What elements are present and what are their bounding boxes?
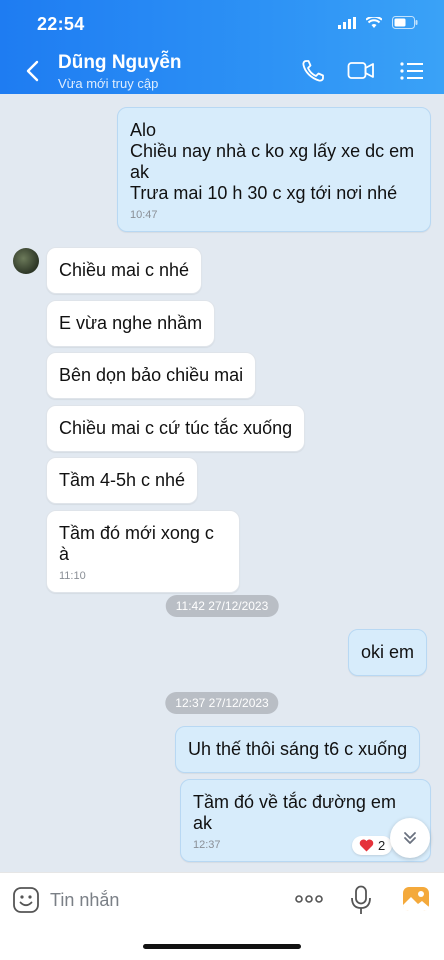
status-icons [338, 16, 418, 29]
date-separator: 12:37 27/12/2023 [165, 692, 279, 714]
message-text: Bên dọn bảo chiều mai [59, 365, 244, 385]
message-incoming[interactable]: Tầm 4-5h c nhé [46, 457, 199, 504]
more-icon[interactable] [294, 887, 324, 911]
reaction-badge[interactable]: 2 [352, 836, 393, 855]
heart-icon [359, 839, 374, 852]
message-incoming[interactable]: Bên dọn bảo chiều mai [46, 352, 257, 399]
microphone-icon[interactable] [350, 885, 372, 915]
avatar[interactable] [13, 248, 39, 274]
contact-status: Vừa mới truy cập [58, 76, 159, 91]
message-line: Trưa mai 10 h 30 c xg tới nơi nhé [130, 183, 398, 203]
message-input[interactable] [50, 883, 270, 917]
message-time: 10:47 [130, 209, 158, 221]
message-outgoing[interactable]: Alo Chiều nay nhà c ko xg lấy xe dc em a… [117, 107, 431, 232]
message-text: oki em [361, 642, 415, 662]
contact-name[interactable]: Dũng Nguyễn [58, 52, 182, 74]
message-text: Chiều mai c nhé [59, 260, 190, 280]
message-text: E vừa nghe nhầm [59, 313, 203, 333]
message-text: Tầm 4-5h c nhé [59, 470, 186, 490]
message-incoming[interactable]: Chiều mai c cứ túc tắc xuống [46, 405, 306, 452]
message-outgoing[interactable]: oki em [348, 629, 428, 676]
chat-header: 22:54 Dũng Nguyễn Vừa mới truy cập [0, 0, 444, 94]
back-icon[interactable] [20, 56, 46, 86]
message-line: Alo [130, 120, 157, 140]
message-text: Uh thế thôi sáng t6 c xuống [188, 739, 408, 759]
battery-icon [392, 16, 418, 29]
message-incoming[interactable]: Tầm đó mới xong c à 11:10 [46, 510, 240, 593]
message-text: Tầm đó về tắc đường em ak [193, 792, 396, 833]
message-outgoing[interactable]: Uh thế thôi sáng t6 c xuống [175, 726, 421, 773]
message-text: Chiều mai c cứ túc tắc xuống [59, 418, 293, 438]
message-time: 11:10 [59, 570, 86, 582]
menu-icon[interactable] [398, 58, 426, 84]
image-icon[interactable] [402, 886, 430, 912]
video-icon[interactable] [347, 58, 375, 84]
reaction-count: 2 [378, 838, 386, 853]
double-chevron-down-icon [404, 832, 416, 844]
scroll-down-button[interactable] [390, 818, 430, 858]
message-line: Chiều nay nhà c ko xg lấy xe dc em [130, 141, 415, 161]
emoji-icon[interactable] [12, 886, 40, 914]
home-indicator [143, 944, 301, 949]
message-incoming[interactable]: E vừa nghe nhầm [46, 300, 216, 347]
signal-icon [338, 16, 356, 29]
message-incoming[interactable]: Chiều mai c nhé [46, 247, 203, 294]
wifi-icon [366, 16, 382, 28]
message-text: Tầm đó mới xong c à [59, 523, 214, 564]
status-time: 22:54 [37, 14, 85, 34]
message-line: ak [130, 162, 150, 182]
phone-icon[interactable] [300, 58, 328, 84]
date-separator: 11:42 27/12/2023 [165, 595, 279, 617]
